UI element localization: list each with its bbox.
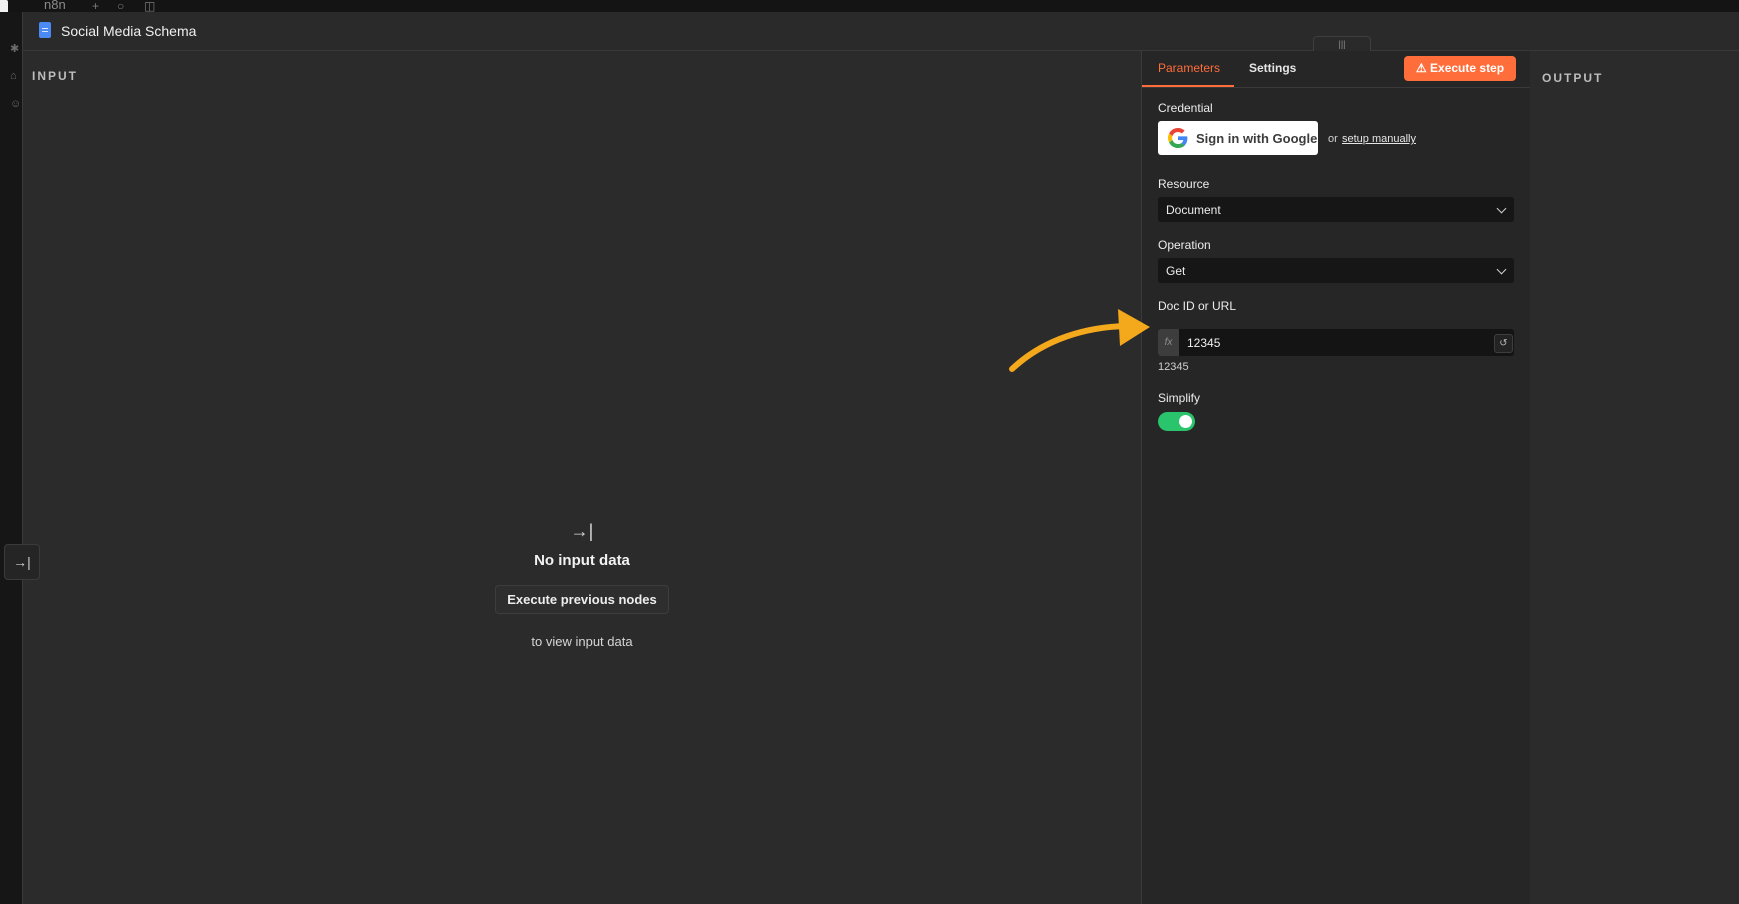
left-rail: ✱ ⌂ ☺ [0, 12, 22, 904]
chevron-down-icon [1496, 264, 1507, 275]
simplify-toggle[interactable] [1158, 412, 1195, 431]
operation-value: Get [1166, 264, 1186, 278]
input-panel-label: INPUT [32, 69, 78, 83]
input-arrow-icon: →| [570, 521, 594, 541]
execute-step-button[interactable]: ⚠ Execute step [1404, 56, 1516, 81]
empty-title: No input data [534, 552, 630, 569]
setup-manually-link[interactable]: setup manually [1342, 133, 1416, 145]
home-icon[interactable]: ⌂ [10, 70, 17, 82]
modal-title: Social Media Schema [61, 23, 197, 39]
tab-parameters[interactable]: Parameters [1158, 61, 1220, 75]
operation-select[interactable]: Get [1158, 258, 1514, 283]
google-button-label: Sign in with Google [1196, 131, 1318, 146]
empty-hint: to view input data [531, 634, 633, 649]
user-icon[interactable]: ☺ [10, 98, 21, 110]
toggle-knob [1179, 415, 1192, 428]
drag-handle[interactable]: ||| [1313, 36, 1371, 51]
warning-icon: ⚠ [1415, 61, 1427, 75]
nodes-icon[interactable]: ✱ [10, 42, 19, 55]
or-text: or [1328, 133, 1338, 145]
doc-id-label: Doc ID or URL [1158, 299, 1237, 313]
operation-label: Operation [1158, 238, 1211, 252]
resolved-value: 12345 [1158, 361, 1189, 373]
app-brand: n8n [44, 0, 66, 12]
modal-header: Social Media Schema ||| [23, 12, 1739, 51]
input-empty-state: →| No input data Execute previous nodes … [23, 521, 1141, 649]
resource-label: Resource [1158, 177, 1210, 191]
resource-select[interactable]: Document [1158, 197, 1514, 222]
execute-step-label: Execute step [1430, 61, 1505, 75]
active-tab-indicator [1142, 85, 1234, 87]
credential-label: Credential [1158, 101, 1213, 115]
doc-id-input[interactable]: fx 12345 ↺ [1158, 329, 1514, 356]
simplify-label: Simplify [1158, 391, 1201, 405]
panel-tabs: Parameters Settings ⚠ Execute step [1142, 51, 1530, 88]
sign-in-with-google-button[interactable]: Sign in with Google [1158, 121, 1318, 155]
app-top-bar: n8n + ○ ◫ [0, 0, 1739, 14]
resource-value: Document [1166, 203, 1221, 217]
google-icon [1168, 128, 1188, 148]
expression-fx-icon[interactable]: fx [1158, 329, 1179, 356]
node-details-modal: Social Media Schema ||| INPUT →| No inpu… [22, 12, 1739, 904]
add-icon[interactable]: + [92, 0, 99, 12]
chevron-down-icon [1496, 203, 1507, 214]
output-panel-label: OUTPUT [1542, 71, 1604, 85]
doc-id-value: 12345 [1187, 336, 1221, 350]
tab-settings[interactable]: Settings [1249, 61, 1296, 75]
arrow-right-bar-icon: →| [13, 554, 31, 570]
reset-value-icon[interactable]: ↺ [1494, 334, 1513, 353]
google-docs-icon [39, 22, 51, 38]
execute-previous-nodes-button[interactable]: Execute previous nodes [495, 585, 669, 614]
parameters-panel: Parameters Settings ⚠ Execute step Crede… [1141, 51, 1531, 904]
search-icon[interactable]: ○ [117, 0, 124, 12]
panel-toggle-icon[interactable]: ◫ [144, 0, 155, 12]
output-panel: OUTPUT [1530, 51, 1739, 904]
expand-input-button[interactable]: →| [4, 544, 40, 580]
input-panel: INPUT →| No input data Execute previous … [23, 51, 1141, 904]
